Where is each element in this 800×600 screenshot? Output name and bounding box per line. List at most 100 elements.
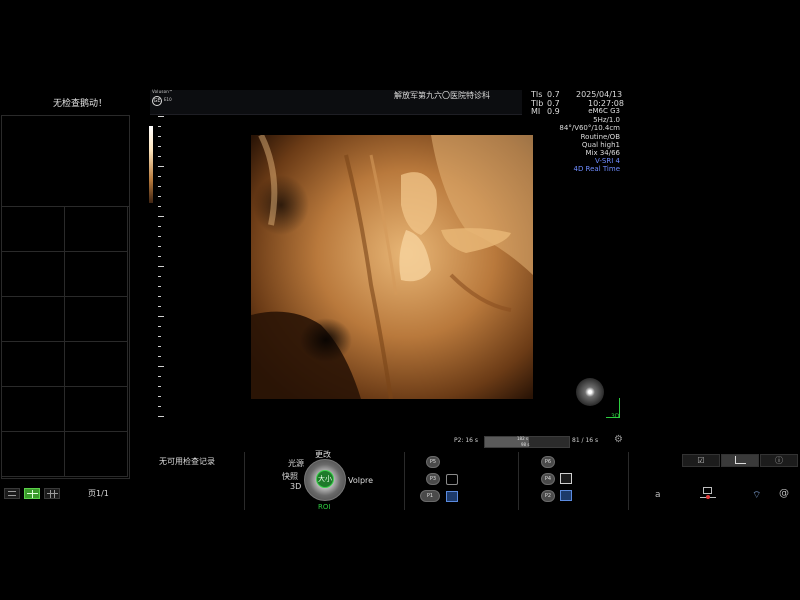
depth-tick xyxy=(158,366,164,367)
model-label: E10 xyxy=(164,97,172,102)
single-view-icon[interactable] xyxy=(4,488,20,499)
no-records-label: 无可用检查记录 xyxy=(159,457,215,466)
roi-label: ROI xyxy=(318,503,331,511)
document-icon[interactable] xyxy=(560,473,572,484)
knob-label-snapshot: 快照 xyxy=(282,472,298,481)
info-icon: ⓘ xyxy=(775,456,783,465)
depth-tick xyxy=(158,226,161,227)
knob-center-button[interactable]: 大小 xyxy=(316,470,334,488)
thumbnail-slot[interactable] xyxy=(2,387,65,432)
tab-info[interactable]: ⓘ xyxy=(760,454,798,467)
depth-tick xyxy=(158,246,161,247)
depth-tick xyxy=(158,396,161,397)
depth-tick xyxy=(158,356,161,357)
wifi-icon: ⌔ xyxy=(752,490,762,501)
depth-tick xyxy=(158,286,161,287)
depth-tick xyxy=(158,166,164,167)
preset-p3-button[interactable]: P3 xyxy=(426,473,440,485)
depth-tick xyxy=(158,136,161,137)
imaging-params: 5Hz/1.0 eM6C G3 84°/V60°/10.4cm Routine/… xyxy=(559,107,620,174)
depth-tick xyxy=(158,276,161,277)
thumbnail-slot[interactable] xyxy=(2,432,65,477)
param-line: Qual high1 xyxy=(581,140,620,149)
thumbnail-slot[interactable] xyxy=(65,207,128,252)
thumbnail-grid xyxy=(1,115,130,479)
probe-label: eM6C G3 xyxy=(588,107,620,116)
ge-logo-icon: GE xyxy=(152,96,162,106)
depth-tick xyxy=(158,146,161,147)
depth-tick xyxy=(158,266,164,267)
cine-value-top: 182 s xyxy=(517,436,528,441)
depth-tick xyxy=(158,336,161,337)
thumbnail-slot[interactable] xyxy=(2,116,129,207)
preset-p4-button[interactable]: P4 xyxy=(541,473,555,485)
param-line: Mix 34/66 xyxy=(585,149,620,158)
network-icon xyxy=(700,487,716,501)
depth-tick xyxy=(158,116,164,117)
index-label-mi: MI xyxy=(531,107,541,116)
thumbnail-slot[interactable] xyxy=(65,342,128,387)
depth-tick xyxy=(158,406,161,407)
thumbnail-slot[interactable] xyxy=(65,387,128,432)
at-icon: @ xyxy=(779,488,789,499)
depth-tick xyxy=(158,326,161,327)
depth-scale xyxy=(158,116,166,417)
depth-tick xyxy=(158,216,164,217)
gray-map-bar xyxy=(149,126,153,203)
depth-tick xyxy=(158,176,161,177)
divider xyxy=(404,452,405,510)
index-value-mi: 0.9 xyxy=(547,107,560,116)
param-line: Routine/OB xyxy=(580,132,620,141)
checkbox-icon: ☑ xyxy=(697,456,705,465)
depth-tick xyxy=(158,206,161,207)
thumbnail-slot[interactable] xyxy=(65,252,128,297)
thumbnail-slot[interactable] xyxy=(65,297,128,342)
thumbnail-slot[interactable] xyxy=(2,252,65,297)
ultrasound-3d-image[interactable] xyxy=(251,135,533,399)
depth-tick xyxy=(158,156,161,157)
thumbnail-slot[interactable] xyxy=(2,297,65,342)
gear-icon[interactable]: ⚙ xyxy=(614,434,623,445)
status-letter: a xyxy=(655,490,661,500)
depth-tick xyxy=(158,126,161,127)
param-line: 84°/V60°/10.4cm xyxy=(559,124,620,133)
thumbnail-slot[interactable] xyxy=(2,342,65,387)
index-label-tis: TIs xyxy=(531,90,543,99)
preset-p1-button[interactable]: P1 xyxy=(420,490,440,502)
divider xyxy=(518,452,519,510)
preset-p2-button[interactable]: P2 xyxy=(541,490,555,502)
depth-tick xyxy=(158,316,164,317)
knob-label-volpre: Volpre xyxy=(348,476,374,485)
preset-p5-button[interactable]: P5 xyxy=(426,456,440,468)
thumbnail-slot[interactable] xyxy=(65,432,128,477)
depth-tick xyxy=(158,386,161,387)
depth-tick xyxy=(158,186,161,187)
depth-tick xyxy=(158,256,161,257)
divider xyxy=(628,452,629,510)
chart-icon xyxy=(734,456,746,464)
knob-label-light-source: 光源 xyxy=(288,459,304,468)
cine-p1-label: 81 / 16 s xyxy=(572,437,599,444)
exam-status-title: 无检查鹅动！ xyxy=(52,99,107,109)
disk-icon[interactable] xyxy=(560,490,572,501)
depth-tick xyxy=(158,376,161,377)
thumbnail-slot[interactable] xyxy=(2,207,65,252)
orientation-ball-icon[interactable] xyxy=(576,378,604,406)
param-line-mode: V-SRI 4 xyxy=(595,157,620,166)
depth-tick xyxy=(158,196,161,197)
tab-checklist[interactable]: ☑ xyxy=(682,454,720,467)
depth-tick xyxy=(158,346,161,347)
orientation-3d-label: 3D xyxy=(611,413,620,420)
tab-chart[interactable] xyxy=(721,454,759,467)
param-line-mode: 4D Real Time xyxy=(573,165,620,174)
depth-tick xyxy=(158,236,161,237)
preset-p6-button[interactable]: P6 xyxy=(541,456,555,468)
index-value-tis: 0.7 xyxy=(547,90,560,99)
ultrasound-render xyxy=(251,135,533,399)
hospital-name: 解放军第九六〇医院特诊科 xyxy=(394,91,490,100)
quad-view-icon[interactable] xyxy=(24,488,40,499)
disk-icon[interactable] xyxy=(446,491,458,502)
brand-label: Voluson™ xyxy=(152,89,174,94)
save-icon[interactable] xyxy=(446,474,458,485)
grid-view-icon[interactable] xyxy=(44,488,60,499)
